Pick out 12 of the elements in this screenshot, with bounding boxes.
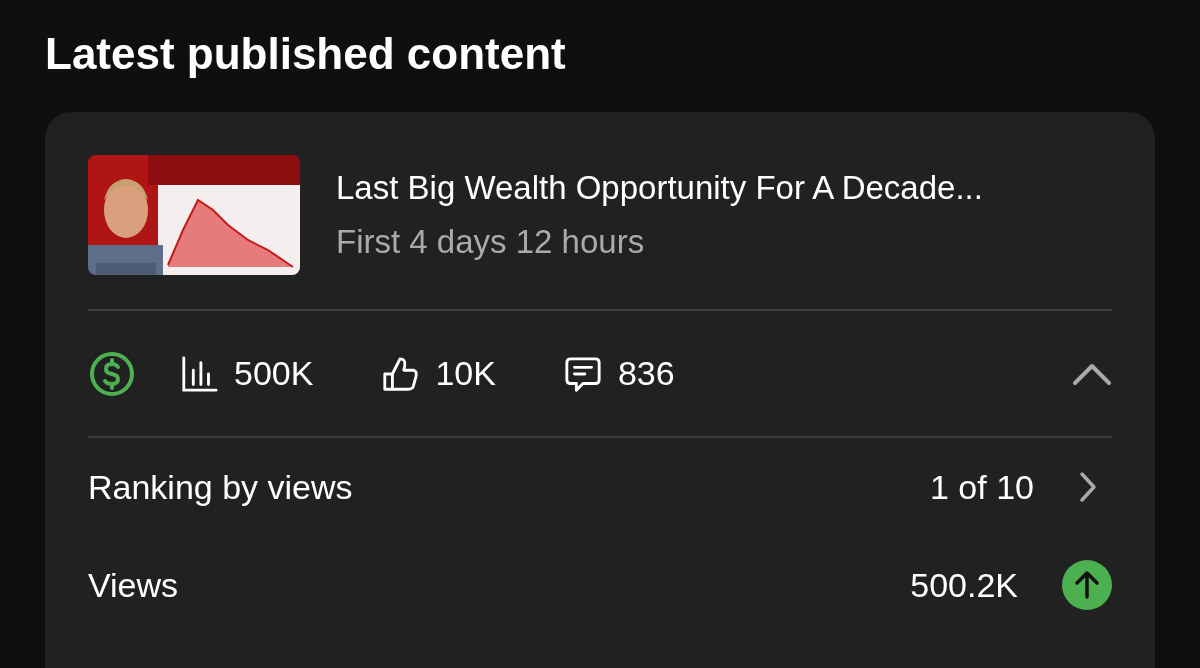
time-period: First 4 days 12 hours: [336, 222, 646, 262]
collapse-icon[interactable]: [1072, 361, 1112, 386]
metric-value: 836: [617, 354, 675, 393]
row-label: Views: [88, 565, 180, 605]
chevron-right-icon[interactable]: [1078, 471, 1098, 503]
row-value: 500.2K: [910, 565, 1018, 605]
video-title[interactable]: Last Big Wealth Opportunity For A Decade...: [336, 168, 983, 208]
row-value: 1 of 10: [930, 467, 1034, 507]
section-heading: Latest published content: [45, 28, 567, 80]
row-label: Ranking by views: [88, 467, 354, 507]
metric-value: 10K: [435, 354, 496, 393]
metric-value: 500K: [234, 354, 314, 393]
